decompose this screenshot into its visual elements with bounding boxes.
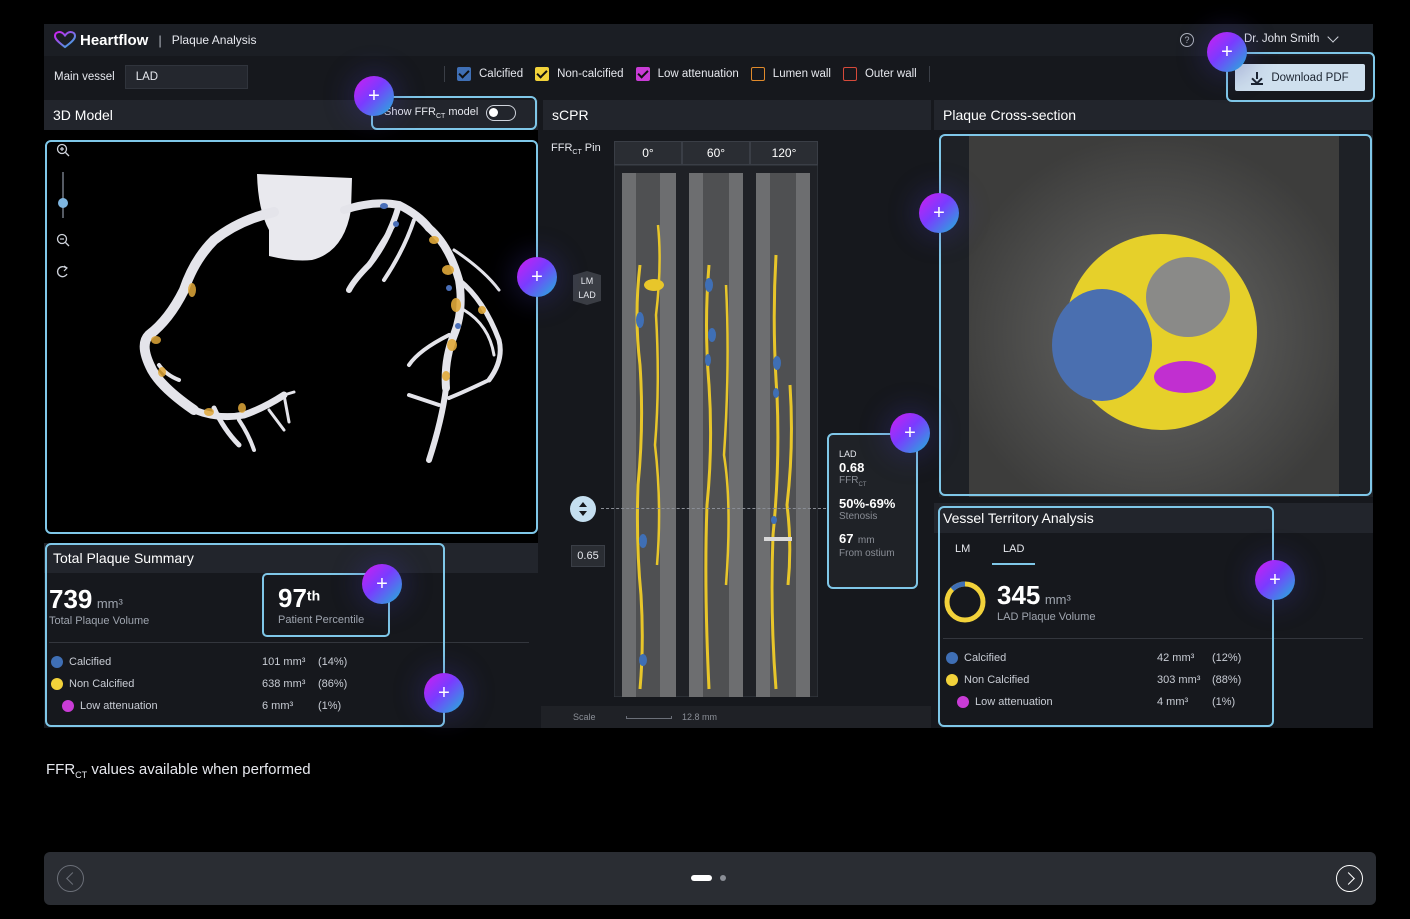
- chevron-right-icon[interactable]: [1336, 865, 1363, 892]
- hotspot-plus-icon[interactable]: +: [362, 564, 402, 604]
- ffr-caption: FFRCT values available when performed: [46, 761, 311, 780]
- legend-label: Outer wall: [864, 68, 917, 80]
- page-dot[interactable]: [720, 875, 726, 881]
- page-dots: [691, 875, 726, 881]
- legend-lumen-wall[interactable]: Lumen wall: [750, 67, 831, 81]
- carousel-pager: [44, 852, 1376, 905]
- tooltip-ffr-value: 0.68: [839, 460, 865, 475]
- lm-lad-marker[interactable]: LM LAD: [573, 271, 601, 305]
- scpr-title: sCPR: [552, 107, 589, 123]
- toolbar: Main vessel LAD Calcified Non-calcified …: [44, 58, 1373, 96]
- highlight-ffr-toggle: [371, 96, 537, 130]
- pin-line: [601, 508, 826, 509]
- scpr-strip-0: [622, 173, 676, 697]
- legend-label: Calcified: [479, 68, 524, 80]
- scale-bar: Scale 12.8 mm: [541, 706, 931, 728]
- hotspot-plus-icon[interactable]: +: [890, 413, 930, 453]
- divider: [928, 66, 930, 82]
- angle-60-tab[interactable]: 60°: [682, 141, 750, 165]
- chevron-left-icon[interactable]: [57, 865, 84, 892]
- tooltip-distance: 67 mm: [839, 531, 875, 546]
- legend-calcified[interactable]: Calcified: [457, 67, 523, 81]
- angle-0-tab[interactable]: 0°: [614, 141, 682, 165]
- tooltip-ffr-label: FFRCT: [839, 475, 867, 488]
- question-circle-icon[interactable]: ?: [1180, 33, 1194, 47]
- scale-ruler: [626, 716, 672, 719]
- scpr-header: sCPR: [543, 100, 931, 130]
- checkbox-icon[interactable]: [842, 67, 857, 81]
- cross-section-title: Plaque Cross-section: [943, 107, 1077, 123]
- scpr-panel: FFRCT Pin 0° 60° 120° LM LAD 0.65 Scale …: [541, 130, 931, 728]
- legend-label: Lumen wall: [772, 68, 831, 80]
- checkbox-icon[interactable]: [750, 67, 765, 81]
- main-vessel-select[interactable]: LAD: [124, 65, 248, 89]
- ffr-pin-label: FFRCT Pin: [551, 142, 601, 157]
- scpr-strips[interactable]: [614, 165, 818, 697]
- pin-value-label: 0.65: [571, 545, 605, 567]
- user-name: Dr. John Smith: [1244, 33, 1320, 45]
- up-down-arrows-icon: [579, 502, 587, 516]
- divider: [444, 66, 445, 82]
- page-title: Plaque Analysis: [171, 33, 257, 47]
- page-dot-active[interactable]: [691, 875, 712, 881]
- angle-headers: 0° 60° 120°: [614, 141, 818, 165]
- checkbox-icon[interactable]: [635, 67, 650, 81]
- header-separator: |: [158, 32, 162, 48]
- legend-outer-wall[interactable]: Outer wall: [842, 67, 917, 81]
- hotspot-plus-icon[interactable]: +: [1207, 32, 1247, 72]
- angle-120-tab[interactable]: 120°: [750, 141, 818, 165]
- user-menu[interactable]: Dr. John Smith: [1244, 31, 1340, 45]
- highlight-download: [1226, 52, 1375, 102]
- brand-name: Heartflow: [80, 31, 149, 49]
- hotspot-plus-icon[interactable]: +: [354, 76, 394, 116]
- highlight-3d-model: [45, 140, 538, 534]
- tooltip-stenosis-value: 50%-69%: [839, 496, 896, 511]
- tooltip-distance-label: From ostium: [839, 548, 895, 559]
- legend-label: Non-calcified: [557, 68, 624, 80]
- stenosis-tooltip: LAD 0.68 FFRCT 50%-69% Stenosis 67 mm Fr…: [827, 433, 918, 589]
- cross-section-header: Plaque Cross-section: [934, 100, 1373, 130]
- checkbox-icon[interactable]: [457, 67, 471, 81]
- legend-non-calcified[interactable]: Non-calcified: [535, 67, 624, 81]
- brand-logo: Heartflow: [54, 31, 148, 49]
- tooltip-stenosis-label: Stenosis: [839, 511, 878, 522]
- legend-low-attenuation[interactable]: Low attenuation: [635, 67, 739, 81]
- main-vessel-label: Main vessel: [54, 71, 115, 83]
- highlight-vessel-territory: [938, 506, 1274, 727]
- hotspot-plus-icon[interactable]: +: [424, 673, 464, 713]
- scpr-strip-60: [689, 173, 743, 697]
- chevron-down-icon: [1327, 31, 1340, 43]
- hotspot-plus-icon[interactable]: +: [517, 257, 557, 297]
- hotspot-plus-icon[interactable]: +: [1255, 560, 1295, 600]
- model3d-title: 3D Model: [53, 107, 113, 123]
- legend-label: Low attenuation: [657, 68, 739, 80]
- hotspot-plus-icon[interactable]: +: [919, 193, 959, 233]
- checkbox-icon[interactable]: [535, 67, 550, 81]
- scpr-strip-120: [756, 173, 810, 697]
- heart-logo-icon: [54, 31, 76, 49]
- plaque-legend: Calcified Non-calcified Low attenuation …: [444, 66, 930, 82]
- top-bar: Heartflow | Plaque Analysis ? Dr. John S…: [44, 24, 1373, 56]
- highlight-cross-section: [939, 134, 1372, 496]
- pin-drag-handle[interactable]: [570, 496, 596, 522]
